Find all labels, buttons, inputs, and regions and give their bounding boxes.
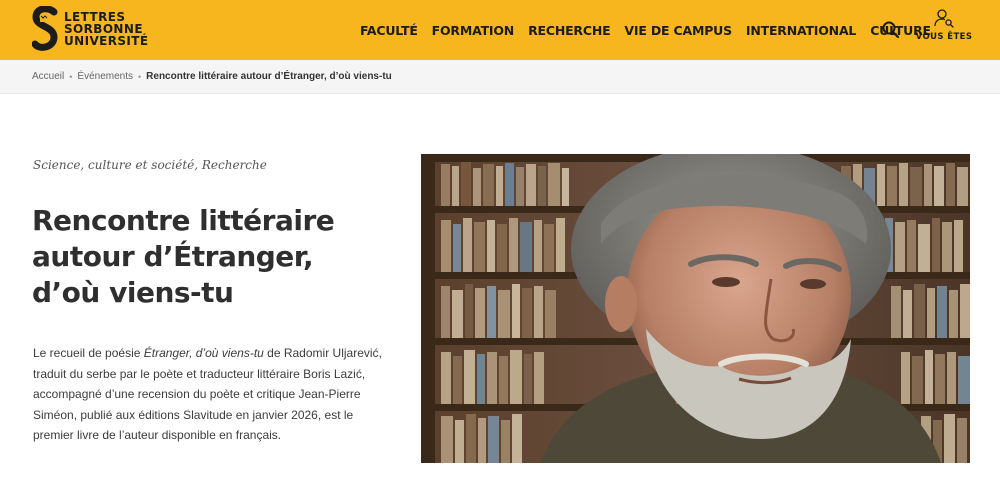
- title-line-3: d’où viens-tu: [32, 276, 234, 309]
- logo-s-icon: [32, 6, 58, 51]
- desc-intro: Le recueil de poésie: [33, 346, 144, 360]
- nav-international[interactable]: INTERNATIONAL: [746, 23, 856, 38]
- main-nav: FACULTÉ FORMATION RECHERCHE VIE DE CAMPU…: [353, 0, 938, 60]
- search-icon: [882, 21, 900, 39]
- breadcrumb-bar: Accueil • Événements • Rencontre littéra…: [0, 60, 1000, 94]
- author-portrait-image: [421, 154, 970, 463]
- page-title: Rencontre littéraire autour d’Étranger, …: [32, 203, 412, 311]
- article-description: Le recueil de poésie Étranger, d’où vien…: [33, 343, 393, 446]
- title-line-2: autour d’Étranger,: [32, 240, 314, 273]
- breadcrumb-separator-icon: •: [138, 71, 142, 82]
- user-search-icon: [934, 9, 954, 28]
- nav-vie-de-campus[interactable]: VIE DE CAMPUS: [624, 23, 732, 38]
- site-header: LETTRES SORBONNE UNIVERSITÉ FACULTÉ FORM…: [0, 0, 1000, 60]
- logo-line-3: UNIVERSITÉ: [64, 34, 149, 48]
- author-photo: [421, 154, 970, 463]
- breadcrumb: Accueil • Événements • Rencontre littéra…: [32, 71, 392, 82]
- breadcrumb-home[interactable]: Accueil: [32, 71, 64, 82]
- breadcrumb-events[interactable]: Événements: [77, 71, 133, 82]
- you-are-button[interactable]: VOUS ÊTES: [912, 8, 976, 52]
- search-button[interactable]: [880, 19, 902, 41]
- site-logo[interactable]: LETTRES SORBONNE UNIVERSITÉ: [32, 6, 148, 52]
- nav-formation[interactable]: FORMATION: [432, 23, 515, 38]
- article-category: Science, culture et société, Recherche: [33, 158, 267, 172]
- nav-recherche[interactable]: RECHERCHE: [528, 23, 611, 38]
- breadcrumb-separator-icon: •: [69, 71, 73, 82]
- desc-book-title: Étranger, d’où viens-tu: [143, 346, 264, 360]
- logo-text: LETTRES SORBONNE UNIVERSITÉ: [64, 11, 148, 47]
- you-are-label: VOUS ÊTES: [915, 32, 973, 42]
- title-line-1: Rencontre littéraire: [32, 204, 335, 237]
- nav-faculte[interactable]: FACULTÉ: [360, 23, 418, 38]
- breadcrumb-current: Rencontre littéraire autour d’Étranger, …: [146, 71, 392, 82]
- desc-rest: de Radomir Uljarević, traduit du serbe p…: [33, 346, 382, 442]
